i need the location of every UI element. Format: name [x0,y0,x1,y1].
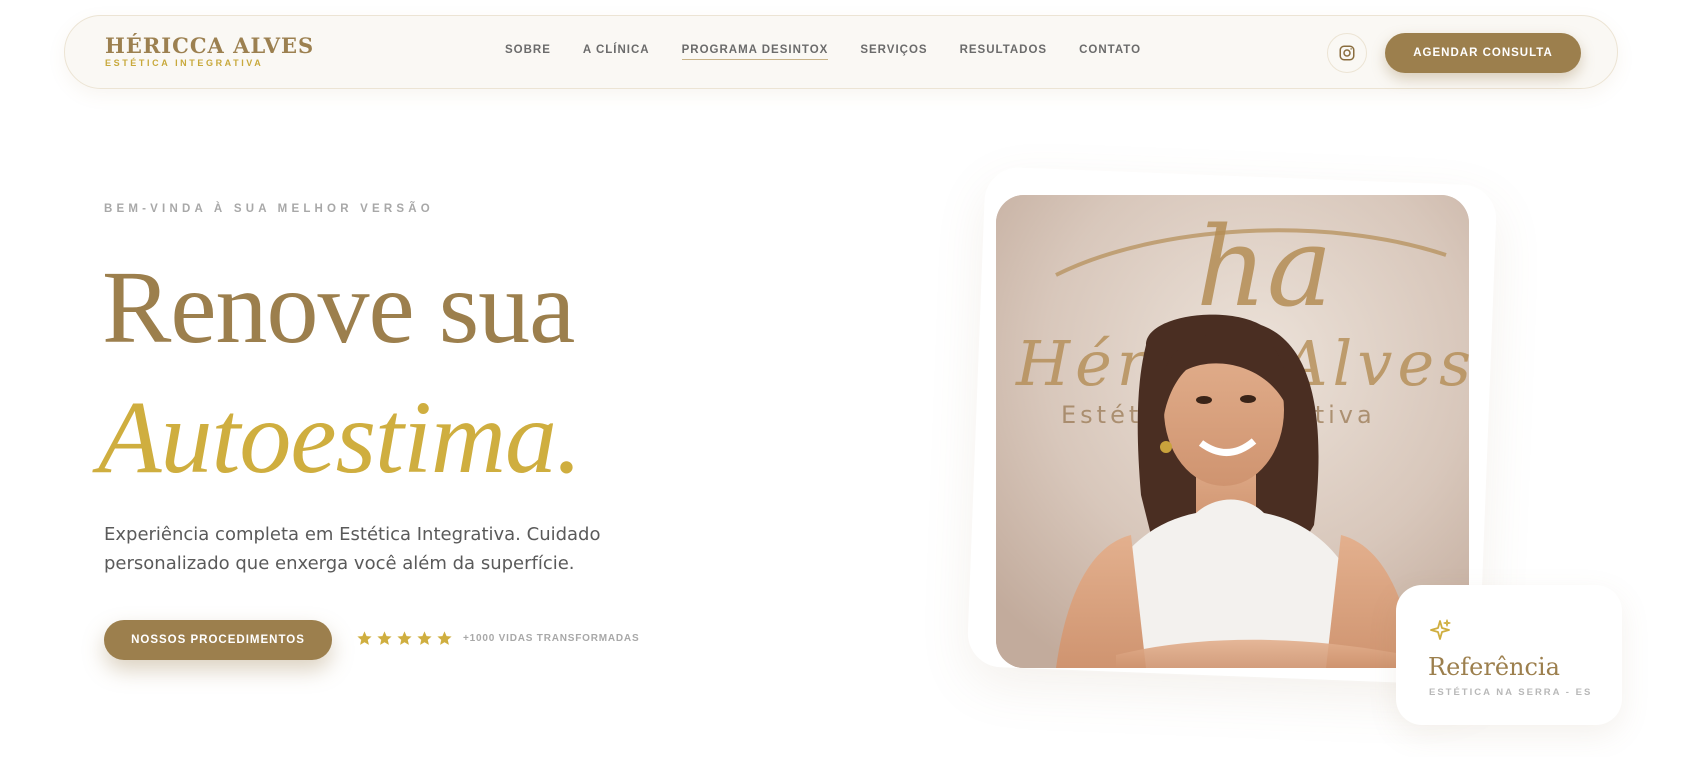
rating-stars [356,630,453,647]
star-icon [397,631,412,645]
top-navbar: HÉRICCA ALVES ESTÉTICA INTEGRATIVA SOBRE… [64,15,1618,89]
portrait-photo: ha Hérica Alves Estética Integrativa [996,195,1469,668]
wall-sign-ha: ha [1196,203,1332,331]
brand-name: HÉRICCA ALVES [105,33,315,58]
procedures-button[interactable]: NOSSOS PROCEDIMENTOS [104,620,332,660]
menu-item-programa-desintox[interactable]: PROGRAMA DESINTOX [681,44,829,60]
menu-item-resultados[interactable]: RESULTADOS [960,44,1048,60]
reference-card: Referência ESTÉTICA NA SERRA - ES [1396,585,1622,725]
brand-logo[interactable]: HÉRICCA ALVES ESTÉTICA INTEGRATIVA [105,35,314,69]
reference-title: Referência [1428,653,1560,681]
instagram-icon [1339,45,1355,61]
rating-block: +1000 VIDAS TRANSFORMADAS [356,630,639,647]
menu-item-servicos[interactable]: SERVIÇOS [860,44,927,60]
star-icon [357,631,372,645]
hero-eyebrow: BEM-VINDA À SUA MELHOR VERSÃO [104,203,434,215]
sparkle-icon [1430,619,1451,640]
star-icon [377,631,392,645]
main-menu: SOBRE A CLÍNICA PROGRAMA DESINTOX SERVIÇ… [505,44,1173,60]
menu-item-contato[interactable]: CONTATO [1079,44,1141,60]
star-icon [437,631,452,645]
menu-item-sobre[interactable]: SOBRE [505,44,551,60]
hero-title-line2: Autoestima. [98,380,582,495]
schedule-consultation-button[interactable]: AGENDAR CONSULTA [1385,33,1581,73]
instagram-button[interactable] [1327,33,1367,73]
brand-tagline: ESTÉTICA INTEGRATIVA [105,58,264,68]
rating-text: +1000 VIDAS TRANSFORMADAS [463,633,640,644]
reference-subtitle: ESTÉTICA NA SERRA - ES [1429,687,1593,698]
star-icon [417,631,432,645]
menu-item-a-clinica[interactable]: A CLÍNICA [583,44,650,60]
portrait-illustration: ha Hérica Alves Estética Integrativa [996,195,1469,668]
hero-description: Experiência completa em Estética Integra… [104,524,601,574]
hero-title-line1: Renove sua [102,250,575,365]
